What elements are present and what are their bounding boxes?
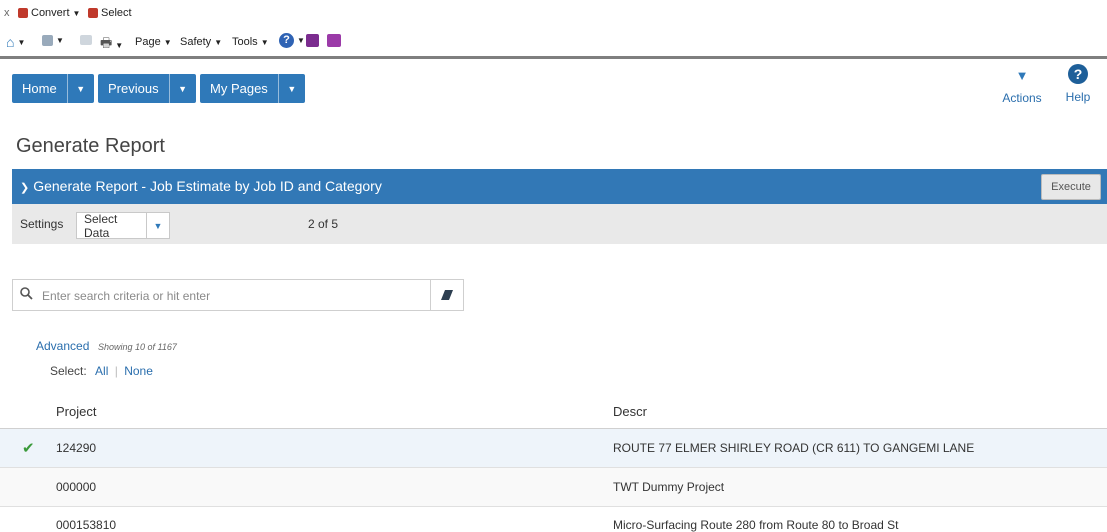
descr-cell: ROUTE 77 ELMER SHIRLEY ROAD (CR 611) TO … [613,441,975,455]
advanced-link[interactable]: Advanced [36,339,89,353]
separator: | [114,364,118,378]
chevron-down-icon[interactable]: ▼ [277,74,305,103]
home-nav-label: Home [22,81,57,96]
page-menu-label: Page [135,36,161,48]
chevron-down-icon: ▼ [115,40,124,50]
chevron-down-icon: ▼ [146,213,169,238]
clear-search-button[interactable] [430,280,463,310]
checkmark-icon: ✔ [22,440,35,457]
my-pages-nav-label: My Pages [210,81,268,96]
eraser-icon [441,290,453,300]
table-row[interactable]: 000153810 Micro-Surfacing Route 280 from… [0,507,1107,532]
step-indicator: 2 of 5 [308,217,339,231]
column-header-descr[interactable]: Descr [613,394,647,428]
print-button[interactable]: 🖶 ▼ [100,34,123,56]
convert-menu[interactable]: Convert ▼ [18,7,80,19]
chevron-down-icon: ❯ [20,182,30,194]
chevron-down-icon: ▼ [214,37,223,47]
page-title: Generate Report [16,135,165,157]
report-panel-header[interactable]: ❯ Generate Report - Job Estimate by Job I… [12,169,1107,204]
home-nav-button[interactable]: Home ▼ [12,74,94,103]
chevron-down-icon[interactable]: ▼ [168,74,196,103]
convert-label: Convert [31,7,70,19]
onenote-icon [306,34,319,47]
select-label: Select: [50,364,87,378]
feed-icon [42,35,53,46]
pdf-convert-icon [18,8,28,18]
select-all-link[interactable]: All [95,364,108,378]
descr-cell: Micro-Surfacing Route 280 from Route 80 … [613,518,899,532]
help-circle-icon: ? [1068,64,1088,84]
select-label: Select [101,7,132,19]
panel-title-text: Generate Report - Job Estimate by Job ID… [33,178,382,194]
settings-bar: Settings Select Data ▼ 2 of 5 [12,204,1107,244]
search-box [12,279,464,311]
mail-icon [80,35,92,45]
actions-caret-icon: ▼ [1015,68,1029,83]
help-browser-button[interactable]: ? ▼ [279,33,305,48]
column-header-project[interactable]: Project [56,394,96,428]
chevron-down-icon: ▼ [56,36,64,45]
chevron-down-icon: ▼ [163,37,172,47]
table-row[interactable]: 000000 TWT Dummy Project [0,468,1107,507]
page-menu[interactable]: Page ▼ [135,36,172,48]
select-menu[interactable]: Select [88,7,132,19]
app-nav-bar: Home ▼ Previous ▼ My Pages ▼ ▼ Actions ?… [0,59,1107,126]
project-cell: 000000 [56,480,97,494]
project-cell: 124290 [56,441,97,455]
mail-button[interactable] [80,35,92,45]
close-x-icon[interactable]: x [4,7,10,19]
feeds-button[interactable]: ▼ [42,35,64,46]
onenote-linked-button[interactable] [327,34,341,47]
previous-nav-label: Previous [108,81,159,96]
safety-menu[interactable]: Safety ▼ [180,36,222,48]
settings-label: Settings [20,217,64,231]
actions-button[interactable]: ▼ Actions [996,67,1048,105]
printer-icon: 🖶 [100,35,113,50]
previous-nav-button[interactable]: Previous ▼ [98,74,196,103]
tools-menu[interactable]: Tools ▼ [232,36,269,48]
chevron-down-icon: ▼ [297,36,305,45]
chevron-down-icon: ▼ [260,37,269,47]
select-options: Select: All | None [50,364,153,378]
execute-button[interactable]: Execute [1041,174,1101,200]
panel-title: ❯ Generate Report - Job Estimate by Job I… [20,178,382,194]
browser-toolbar: ⌂ ▼ ▼ 🖶 ▼ Page ▼ Safety ▼ Tools ▼ ? ▼ [0,28,1107,56]
onenote-button[interactable] [306,34,319,47]
browser-command-bar: x Convert ▼ Select [0,0,1107,28]
pdf-select-icon [88,8,98,18]
home-browser-button[interactable]: ⌂ ▼ [6,34,25,50]
help-label: Help [1065,90,1091,104]
onenote-linked-icon [327,34,341,47]
tools-menu-label: Tools [232,36,258,48]
project-cell: 000153810 [56,518,117,532]
chevron-down-icon: ▼ [17,37,26,47]
safety-menu-label: Safety [180,36,212,48]
descr-cell: TWT Dummy Project [613,480,725,494]
step-select[interactable]: Select Data ▼ [76,211,170,240]
table-row[interactable]: ✔ 124290 ROUTE 77 ELMER SHIRLEY ROAD (CR… [0,429,1107,468]
step-select-value: Select Data [84,211,118,240]
actions-label: Actions [1002,91,1042,105]
chevron-down-icon: ▼ [72,8,81,18]
chevron-down-icon[interactable]: ▼ [66,74,94,103]
my-pages-nav-button[interactable]: My Pages ▼ [200,74,305,103]
house-icon: ⌂ [6,34,15,50]
select-none-link[interactable]: None [124,364,153,378]
help-button[interactable]: ? Help [1056,64,1100,104]
search-input[interactable] [40,285,424,307]
search-icon [20,287,33,305]
help-circle-icon: ? [279,33,294,48]
result-count: Showing 10 of 1167 [98,342,177,352]
